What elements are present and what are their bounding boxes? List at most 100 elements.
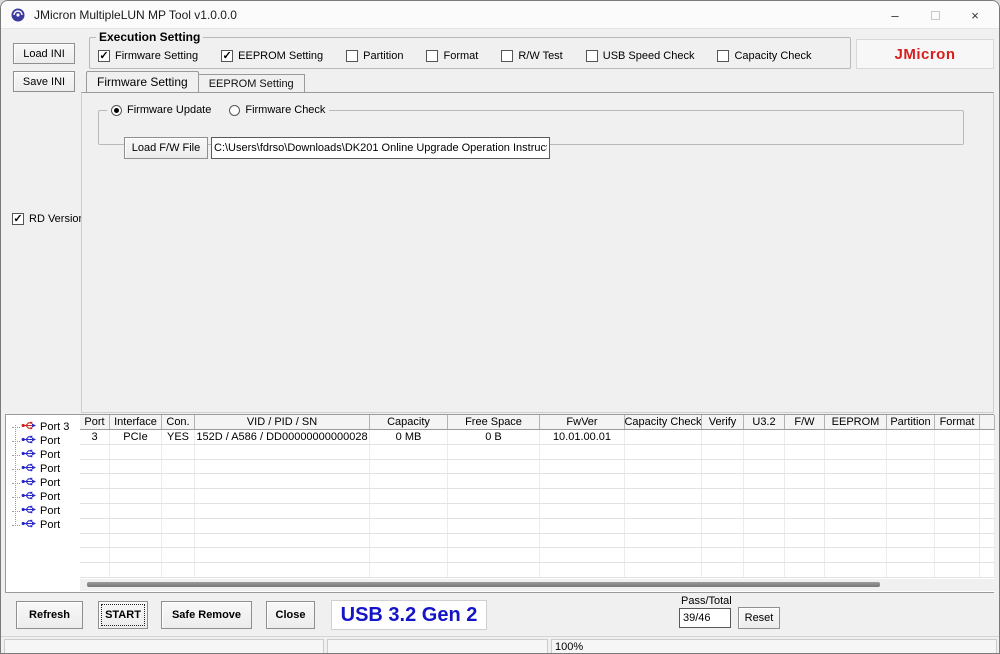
- reset-button[interactable]: Reset: [738, 607, 780, 629]
- table-cell: [744, 519, 785, 533]
- table-row[interactable]: [80, 460, 995, 475]
- minimize-button[interactable]: –: [875, 1, 915, 29]
- column-header[interactable]: Con.: [162, 415, 195, 429]
- tree-item-port-5[interactable]: Port: [12, 490, 80, 504]
- exec-checkbox-firmware-setting[interactable]: Firmware Setting: [98, 50, 198, 62]
- column-header[interactable]: Capacity Check: [625, 415, 702, 429]
- table-cell: [370, 519, 448, 533]
- table-row[interactable]: [80, 489, 995, 504]
- exec-checkbox-eeprom-setting[interactable]: EEPROM Setting: [221, 50, 323, 62]
- pass-total-label: Pass/Total: [681, 595, 732, 607]
- table-cell: [625, 445, 702, 459]
- table-row[interactable]: [80, 548, 995, 563]
- table-cell: [370, 460, 448, 474]
- load-ini-button[interactable]: Load INI: [13, 43, 75, 64]
- tree-item-label: Port: [40, 449, 60, 461]
- column-header[interactable]: Interface: [110, 415, 162, 429]
- horizontal-scrollbar[interactable]: [80, 579, 995, 591]
- exec-checkbox-capacity-check[interactable]: Capacity Check: [717, 50, 811, 62]
- table-cell: [744, 460, 785, 474]
- table-cell: [702, 548, 744, 562]
- app-icon: [10, 7, 26, 23]
- table-cell: [80, 460, 110, 474]
- table-cell: [744, 504, 785, 518]
- table-cell: [825, 460, 887, 474]
- table-row[interactable]: [80, 504, 995, 519]
- table-cell: [935, 519, 980, 533]
- exec-checkbox-partition[interactable]: Partition: [346, 50, 403, 62]
- usb-icon: [21, 518, 40, 532]
- start-button[interactable]: START: [98, 601, 148, 629]
- column-header[interactable]: Format: [935, 415, 980, 429]
- exec-checkbox-r-w-test[interactable]: R/W Test: [501, 50, 562, 62]
- close-button[interactable]: ×: [955, 1, 995, 29]
- table-row[interactable]: [80, 474, 995, 489]
- save-ini-button[interactable]: Save INI: [13, 71, 75, 92]
- table-row[interactable]: [80, 563, 995, 578]
- close-app-button[interactable]: Close: [266, 601, 315, 629]
- column-header[interactable]: EEPROM: [825, 415, 887, 429]
- table-cell: [540, 534, 625, 548]
- table-cell: [448, 563, 540, 577]
- tree-connector: [12, 497, 20, 498]
- safe-remove-button[interactable]: Safe Remove: [161, 601, 252, 629]
- usb-icon: [21, 434, 40, 448]
- column-header[interactable]: Free Space: [448, 415, 540, 429]
- exec-checkbox-usb-speed-check[interactable]: USB Speed Check: [586, 50, 695, 62]
- table-cell: [825, 548, 887, 562]
- tree-item-port-2[interactable]: Port: [12, 448, 80, 462]
- window-title: JMicron MultipleLUN MP Tool v1.0.0.0: [34, 8, 237, 22]
- tree-item-port-4[interactable]: Port: [12, 476, 80, 490]
- table-cell: [702, 534, 744, 548]
- table-row[interactable]: [80, 534, 995, 549]
- table-cell: 152D / A586 / DD00000000000028: [195, 430, 370, 444]
- checkbox-box: [586, 50, 598, 62]
- table-cell: [162, 534, 195, 548]
- checkbox-box: [501, 50, 513, 62]
- column-header[interactable]: VID / PID / SN: [195, 415, 370, 429]
- tree-item-port-3[interactable]: Port: [12, 462, 80, 476]
- scrollbar-thumb[interactable]: [87, 582, 880, 587]
- status-panel-left: [4, 639, 324, 654]
- tree-item-port-0[interactable]: Port 3: [12, 420, 80, 434]
- table-cell: [825, 489, 887, 503]
- firmware-update-radio[interactable]: Firmware Update: [111, 104, 211, 116]
- firmware-check-radio[interactable]: Firmware Check: [229, 104, 325, 116]
- rd-version-checkbox[interactable]: RD Version: [12, 213, 85, 225]
- firmware-setting-tab-page: Firmware Update Firmware Check Load F/W …: [81, 92, 994, 413]
- table-cell: [80, 563, 110, 577]
- table-cell: [540, 474, 625, 488]
- table-cell: [80, 474, 110, 488]
- tab-eeprom-setting[interactable]: EEPROM Setting: [199, 74, 305, 92]
- table-cell: [887, 548, 935, 562]
- column-header[interactable]: Capacity: [370, 415, 448, 429]
- tree-connector: [12, 525, 20, 526]
- column-header[interactable]: U3.2: [744, 415, 785, 429]
- table-cell: [162, 460, 195, 474]
- exec-checkbox-format[interactable]: Format: [426, 50, 478, 62]
- column-header[interactable]: Port: [80, 415, 110, 429]
- table-cell: [702, 504, 744, 518]
- tree-item-port-7[interactable]: Port: [12, 518, 80, 532]
- checkbox-box: [426, 50, 438, 62]
- pass-total-input[interactable]: [679, 608, 731, 628]
- table-row[interactable]: [80, 445, 995, 460]
- refresh-button[interactable]: Refresh: [16, 601, 83, 629]
- table-cell: [370, 445, 448, 459]
- column-header[interactable]: Verify: [702, 415, 744, 429]
- table-cell: [448, 504, 540, 518]
- tree-item-port-1[interactable]: Port: [12, 434, 80, 448]
- load-fw-file-button[interactable]: Load F/W File: [124, 137, 208, 159]
- column-header[interactable]: Partition: [887, 415, 935, 429]
- table-row[interactable]: [80, 519, 995, 534]
- column-header[interactable]: F/W: [785, 415, 825, 429]
- table-cell: [625, 519, 702, 533]
- column-header[interactable]: FwVer: [540, 415, 625, 429]
- tab-firmware-setting[interactable]: Firmware Setting: [86, 71, 199, 92]
- table-row[interactable]: 3PCIeYES152D / A586 / DD000000000000280 …: [80, 430, 995, 445]
- checkbox-box: [346, 50, 358, 62]
- tree-item-port-6[interactable]: Port: [12, 504, 80, 518]
- firmware-path-input[interactable]: [211, 137, 550, 159]
- table-cell: [935, 489, 980, 503]
- table-cell: [625, 563, 702, 577]
